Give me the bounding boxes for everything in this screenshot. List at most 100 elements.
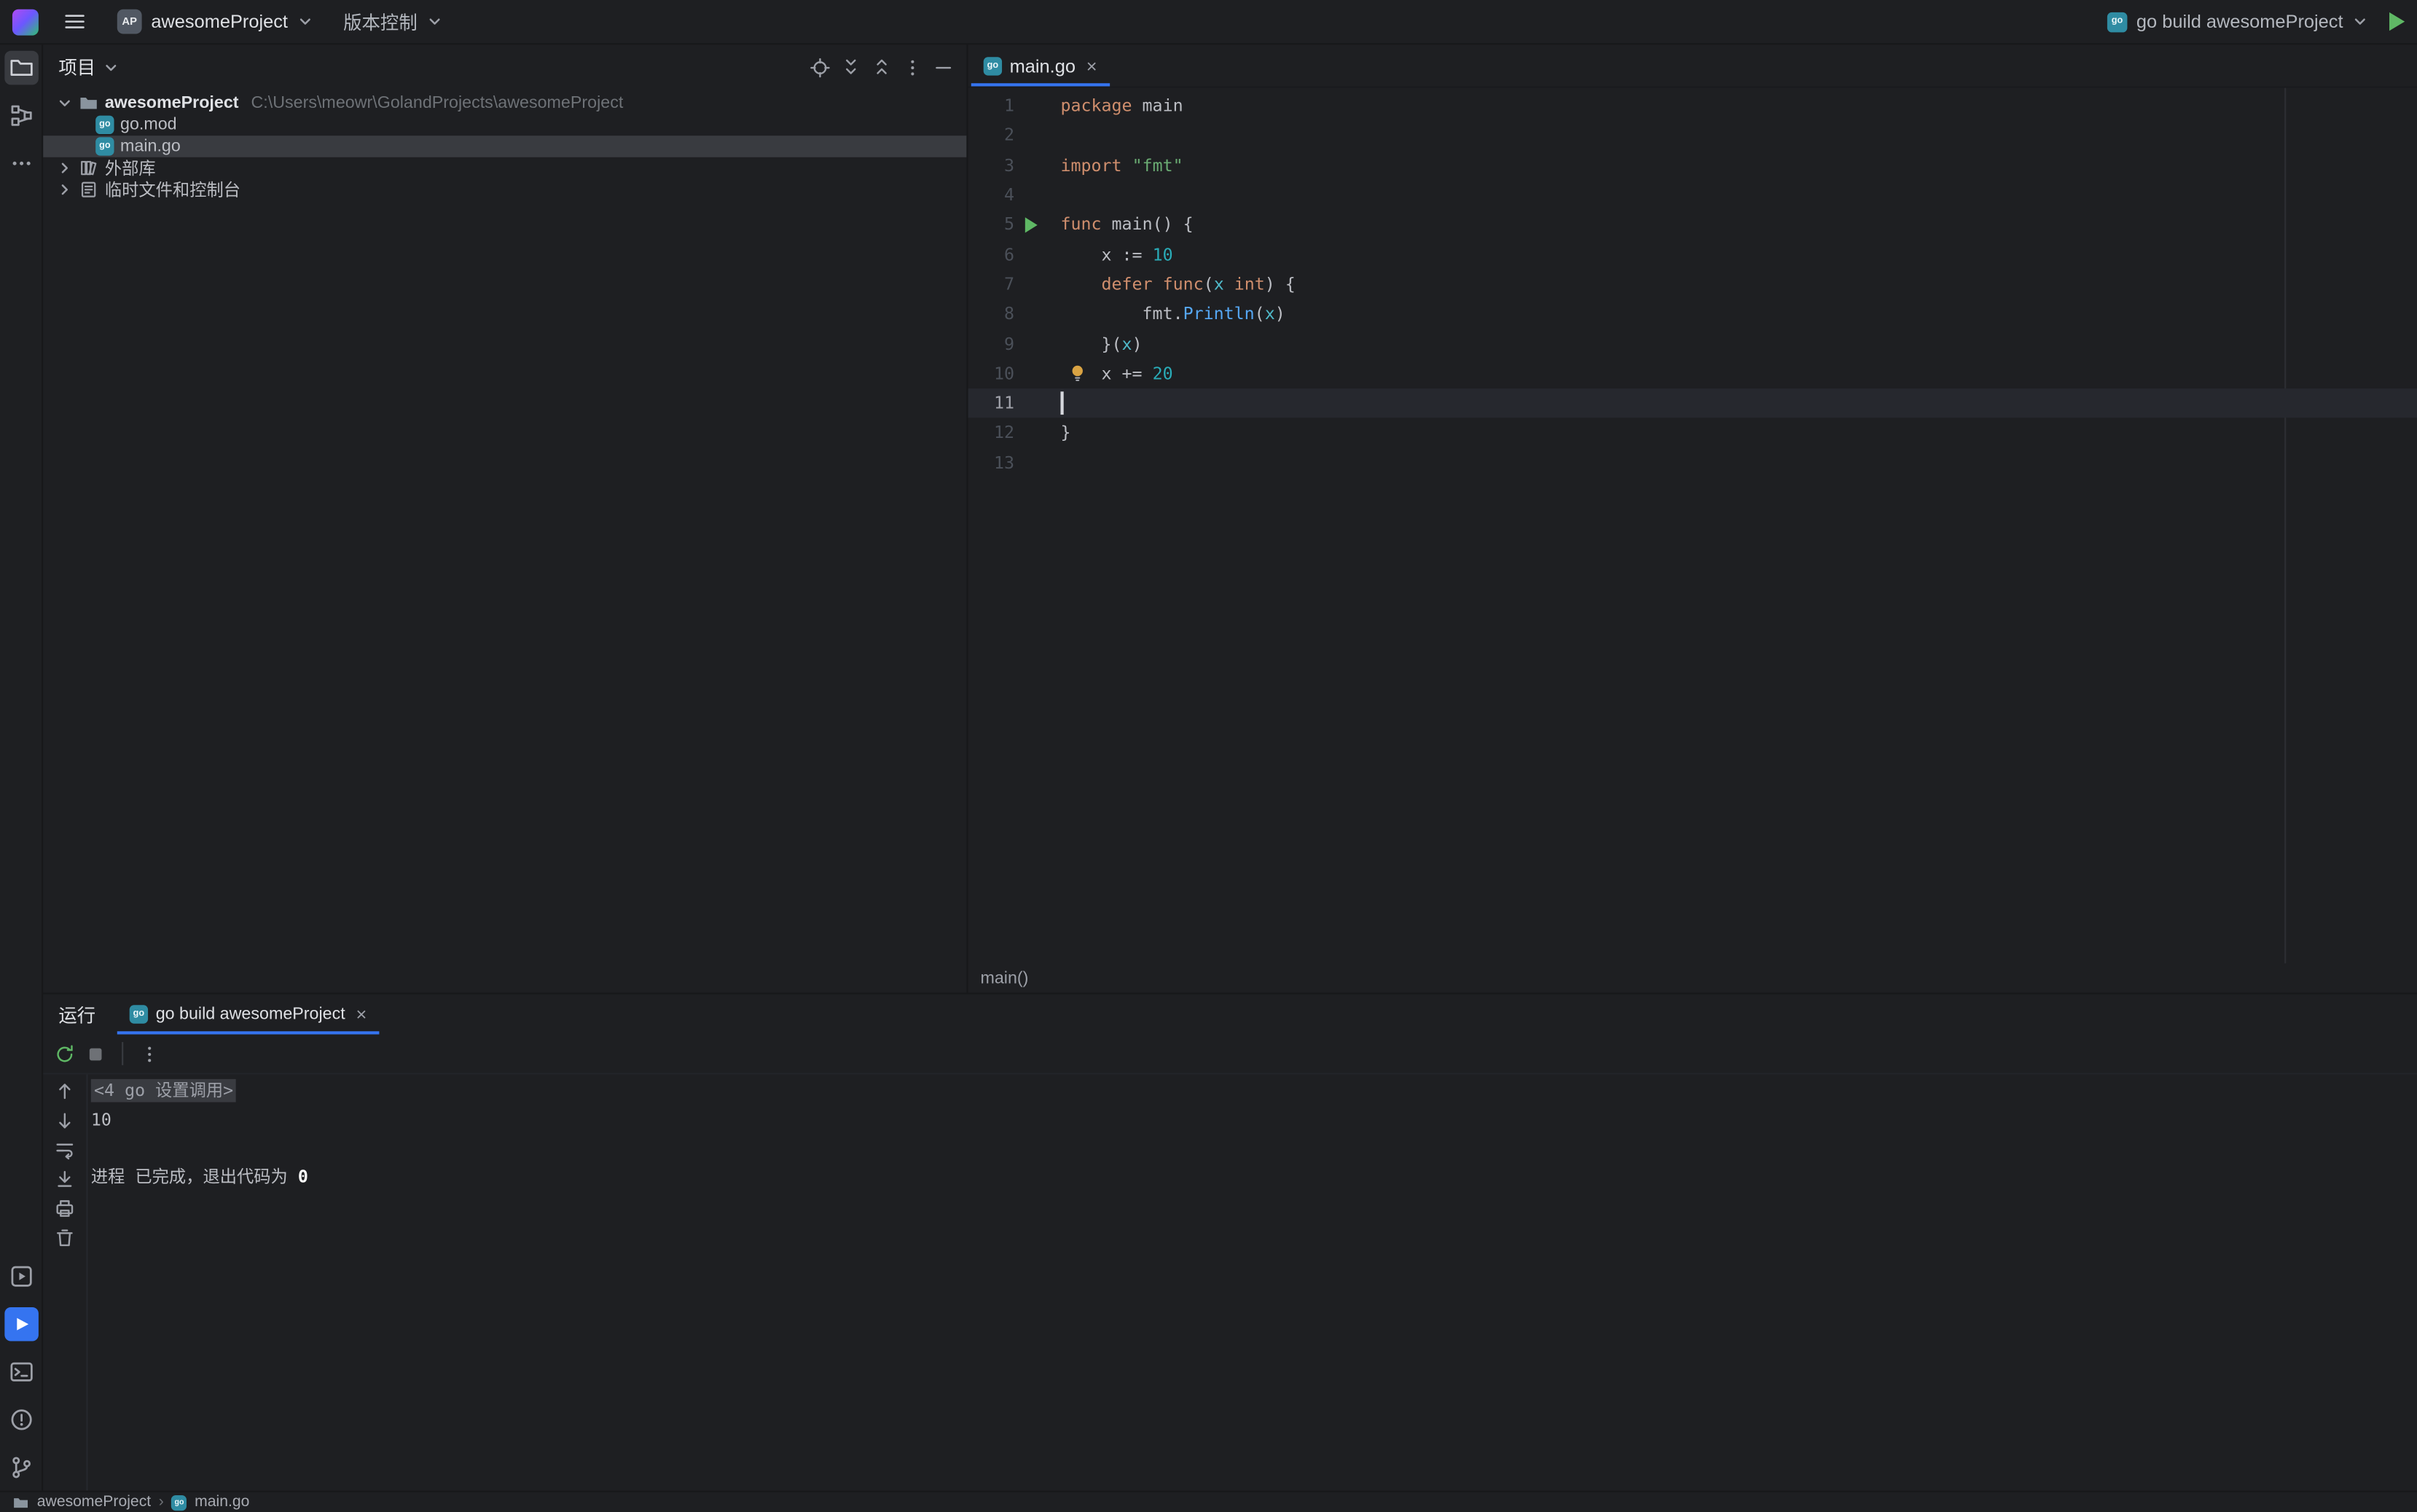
line-number[interactable]: 13	[968, 453, 1014, 473]
line-number[interactable]: 12	[968, 423, 1014, 444]
more-dots-icon	[9, 151, 34, 176]
code-line: 11	[968, 388, 2417, 418]
line-number[interactable]: 5	[968, 215, 1014, 235]
vcs-widget[interactable]: 版本控制	[337, 5, 448, 37]
next-occurrence-button[interactable]	[52, 1108, 77, 1133]
services-tool-button[interactable]	[4, 1259, 38, 1293]
rerun-button[interactable]	[52, 1041, 77, 1066]
run-options-button[interactable]	[137, 1041, 162, 1066]
line-number[interactable]: 11	[968, 393, 1014, 414]
code-text: fmt.Println(x)	[1060, 304, 1285, 324]
code-line: 9 }(x)	[968, 329, 2417, 359]
console-output[interactable]: <4 go 设置调用>10进程 已完成，退出代码为 0	[88, 1075, 2417, 1491]
line-number[interactable]: 2	[968, 125, 1014, 146]
version-control-tool-button[interactable]	[4, 1451, 38, 1485]
chevron-down-icon[interactable]	[103, 59, 119, 74]
statusbar-crumb-project[interactable]: awesomeProject	[37, 1494, 151, 1511]
project-avatar: AP	[117, 9, 142, 34]
tool-window-stripe	[0, 44, 43, 1490]
project-panel-title[interactable]: 项目	[58, 54, 95, 80]
code-text: import "fmt"	[1060, 155, 1183, 176]
run-tool-button[interactable]	[4, 1307, 38, 1341]
tree-item-label: 临时文件和控制台	[105, 177, 240, 202]
intention-bulb-icon[interactable]	[1068, 364, 1086, 382]
collapse-all-button[interactable]	[868, 53, 896, 81]
go-file-icon: go	[171, 1495, 187, 1510]
tree-item-label: main.go	[120, 137, 181, 155]
chevron-down-icon	[426, 14, 442, 29]
terminal-tool-button[interactable]	[4, 1355, 38, 1390]
print-button[interactable]	[52, 1196, 77, 1221]
hide-panel-button[interactable]	[930, 53, 957, 81]
tree-item-project-root[interactable]: awesomeProject C:\Users\meowr\GolandProj…	[43, 93, 966, 114]
code-token: }	[1060, 423, 1070, 444]
tree-item-external-libraries[interactable]: 外部库	[43, 157, 966, 179]
chevron-collapsed-icon[interactable]	[57, 182, 72, 197]
folder-icon	[79, 94, 99, 112]
line-number[interactable]: 3	[968, 155, 1014, 176]
editor-tab-main-go[interactable]: go main.go ×	[971, 44, 1110, 86]
run-line-icon[interactable]	[1025, 217, 1038, 232]
project-tool-button[interactable]	[4, 51, 38, 85]
scratches-icon	[79, 181, 99, 199]
code-token: Println	[1183, 304, 1255, 324]
expand-all-button[interactable]	[837, 53, 865, 81]
code-token: 进程 已完成，退出代码为	[91, 1167, 298, 1188]
main-menu-button[interactable]	[57, 8, 93, 36]
stop-button[interactable]	[83, 1041, 108, 1066]
line-number[interactable]: 1	[968, 95, 1014, 116]
line-number[interactable]: 9	[968, 334, 1014, 354]
breadcrumb-item[interactable]: main()	[980, 969, 1028, 987]
line-number[interactable]: 6	[968, 245, 1014, 265]
scroll-to-end-icon	[54, 1169, 76, 1191]
soft-wrap-icon	[54, 1139, 76, 1161]
run-tab-go-build[interactable]: go go build awesomeProject ×	[117, 994, 379, 1034]
go-file-icon: go	[984, 56, 1002, 74]
clear-console-button[interactable]	[52, 1226, 77, 1250]
run-button[interactable]	[2389, 12, 2405, 31]
panel-options-button[interactable]	[898, 53, 926, 81]
close-tab-icon[interactable]: ×	[356, 1003, 367, 1025]
line-number[interactable]: 4	[968, 185, 1014, 205]
code-token: int	[1234, 274, 1265, 294]
project-selector[interactable]: AP awesomeProject	[111, 6, 318, 36]
line-number[interactable]: 8	[968, 304, 1014, 324]
code-text: x := 10	[1060, 245, 1172, 265]
prev-occurrence-button[interactable]	[52, 1079, 77, 1104]
chevron-expanded-icon[interactable]	[57, 95, 72, 111]
console-line: <4 go 设置调用>	[91, 1078, 2417, 1107]
collapse-all-icon	[871, 56, 893, 78]
editor-tab-label: main.go	[1010, 55, 1076, 77]
code-text: func main() {	[1060, 215, 1193, 235]
terminal-icon	[9, 1360, 34, 1384]
code-line: 6 x := 10	[968, 240, 2417, 270]
close-tab-icon[interactable]: ×	[1086, 55, 1097, 77]
line-number[interactable]: 10	[968, 364, 1014, 384]
run-configuration-selector[interactable]: go go build awesomeProject	[2101, 8, 2374, 36]
tree-item-go-mod[interactable]: go go.mod	[43, 114, 966, 136]
code-text: }	[1060, 423, 1070, 444]
structure-tool-button[interactable]	[4, 98, 38, 133]
scroll-to-end-button[interactable]	[52, 1167, 77, 1191]
line-number[interactable]: 7	[968, 274, 1014, 294]
more-tool-windows-button[interactable]	[4, 146, 38, 181]
problems-tool-button[interactable]	[4, 1403, 38, 1437]
locate-file-button[interactable]	[806, 53, 834, 81]
project-tree: awesomeProject C:\Users\meowr\GolandProj…	[43, 90, 966, 993]
tree-item-scratches[interactable]: 临时文件和控制台	[43, 179, 966, 200]
chevron-collapsed-icon[interactable]	[57, 160, 72, 176]
project-selector-label: awesomeProject	[151, 11, 288, 33]
soft-wrap-button[interactable]	[52, 1137, 77, 1162]
code-line: 12}	[968, 418, 2417, 448]
code-text: package main	[1060, 95, 1183, 116]
code-line: 8 fmt.Println(x)	[968, 299, 2417, 329]
code-line: 1 package main	[968, 91, 2417, 121]
tree-item-main-go[interactable]: go main.go	[43, 136, 966, 157]
go-mod-file-icon: go	[95, 116, 114, 134]
code-line: 10 x += 20	[968, 359, 2417, 388]
code-editor[interactable]: 1 package main 2 3 import "fmt" 4 5 func main()…	[968, 88, 2417, 964]
statusbar-crumb-file[interactable]: main.go	[195, 1494, 249, 1511]
code-line: 2	[968, 121, 2417, 151]
run-toolbar	[43, 1035, 2417, 1075]
expand-all-icon	[840, 56, 862, 78]
